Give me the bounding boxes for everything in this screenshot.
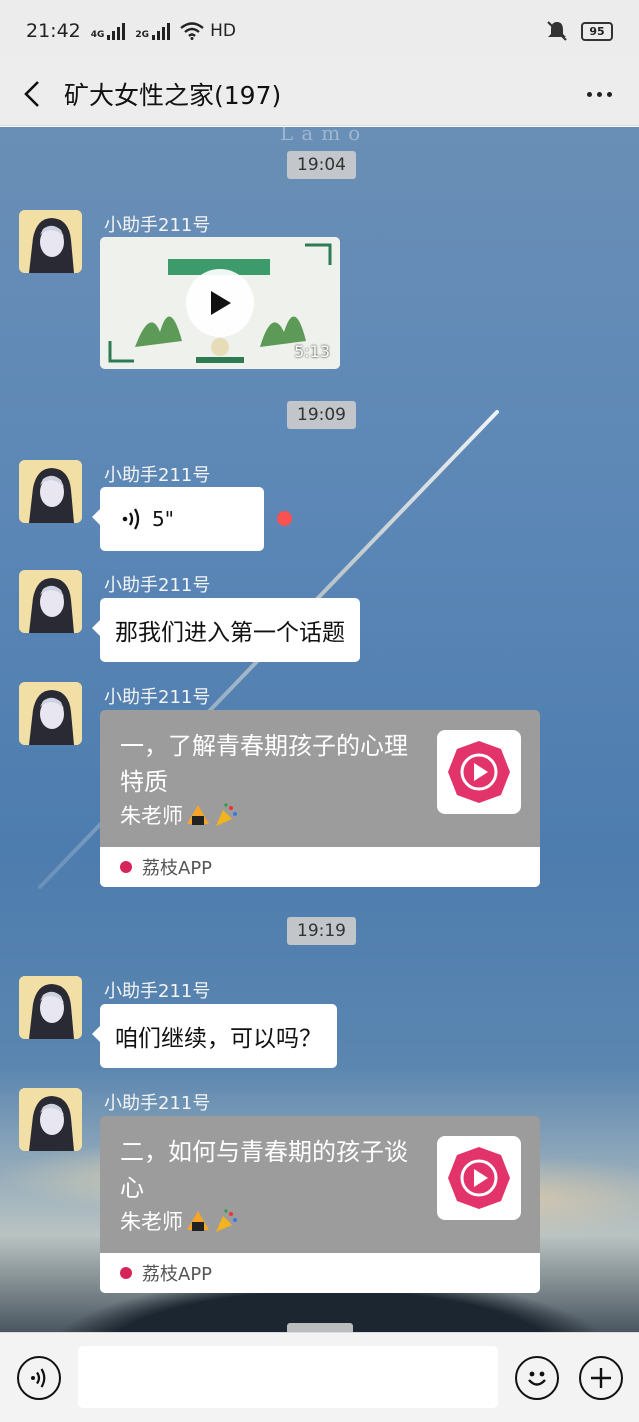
input-bar <box>0 1332 639 1422</box>
more-button[interactable] <box>579 74 619 114</box>
link-card-footer: 荔枝APP <box>100 1253 540 1293</box>
lizhi-source-icon <box>120 861 132 873</box>
play-button[interactable] <box>186 269 254 337</box>
sender-name: 小助手211号 <box>104 465 211 486</box>
avatar[interactable] <box>19 460 82 523</box>
avatar[interactable] <box>19 976 82 1039</box>
sender-name: 小助手211号 <box>104 215 211 236</box>
play-icon <box>211 291 231 315</box>
link-card-thumbnail <box>437 1136 521 1220</box>
party-popper-emoji <box>216 803 237 826</box>
link-card-desc: 朱老师 <box>120 1206 239 1236</box>
network-4g-label: 4G <box>90 30 105 40</box>
sender-name: 小助手211号 <box>104 1093 211 1114</box>
voice-message[interactable]: 5" <box>92 487 264 551</box>
link-card-author: 朱老师 <box>120 1210 183 1234</box>
silent-bell-icon <box>547 21 567 41</box>
link-card-thumbnail <box>437 730 521 814</box>
lizhi-logo-icon <box>448 1147 510 1209</box>
chat-header: 矿大女性之家(197) <box>0 62 639 126</box>
avatar[interactable] <box>19 1088 82 1151</box>
chat-area[interactable]: Lamo 19:04 小助手211号 5:13 19:09 小助手211号 5"… <box>0 127 639 1332</box>
status-time: 21:42 <box>26 20 81 42</box>
sender-name: 小助手211号 <box>104 981 211 1002</box>
video-message[interactable]: 5:13 <box>100 237 340 369</box>
voice-wave-icon <box>122 508 140 530</box>
video-duration: 5:13 <box>294 342 330 361</box>
link-card-footer: 荔枝APP <box>100 847 540 887</box>
timestamp: 19:09 <box>287 401 356 429</box>
voice-length: 5" <box>152 507 174 531</box>
link-card[interactable]: 一，了解青春期孩子的心理特质 朱老师 荔枝APP <box>100 710 540 887</box>
network-2g-label: 2G <box>135 30 150 40</box>
message-text: 咱们继续，可以吗？ <box>115 1026 322 1052</box>
wifi-icon <box>180 22 204 40</box>
back-button[interactable] <box>0 62 64 126</box>
timestamp-partial <box>287 1323 353 1332</box>
link-card-title: 一，了解青春期孩子的心理特质 <box>120 732 408 796</box>
lizhi-logo-icon <box>448 741 510 803</box>
emoji-button[interactable] <box>515 1356 559 1400</box>
chevron-left-icon <box>24 80 39 107</box>
link-card-source: 荔枝APP <box>142 858 213 879</box>
avatar[interactable] <box>19 570 82 633</box>
status-bar: 21:42 4G 2G HD 95 <box>0 0 639 62</box>
rice-ball-emoji <box>187 805 209 825</box>
message-input[interactable] <box>78 1346 498 1408</box>
voice-icon <box>31 1368 46 1388</box>
message-text: 那我们进入第一个话题 <box>115 620 345 646</box>
avatar[interactable] <box>19 682 82 745</box>
smiley-icon <box>528 1371 546 1386</box>
unread-dot <box>277 511 292 526</box>
link-card-title: 二，如何与青春期的孩子谈心 <box>120 1138 408 1202</box>
timestamp: 19:19 <box>287 917 356 945</box>
voice-input-button[interactable] <box>17 1356 61 1400</box>
more-dots-icon <box>586 91 592 97</box>
lizhi-source-icon <box>120 1267 132 1279</box>
link-card[interactable]: 二，如何与青春期的孩子谈心 朱老师 荔枝APP <box>100 1116 540 1293</box>
chat-title: 矿大女性之家(197) <box>64 80 282 110</box>
signal-icon <box>107 22 126 40</box>
rice-ball-emoji <box>187 1211 209 1231</box>
link-card-desc: 朱老师 <box>120 800 239 830</box>
text-message[interactable]: 那我们进入第一个话题 <box>92 598 360 662</box>
link-card-source: 荔枝APP <box>142 1264 213 1285</box>
text-message[interactable]: 咱们继续，可以吗？ <box>92 1004 337 1068</box>
sender-name: 小助手211号 <box>104 575 211 596</box>
timestamp: 19:04 <box>287 151 356 179</box>
battery-icon: 95 <box>581 21 613 41</box>
link-card-author: 朱老师 <box>120 804 183 828</box>
more-functions-button[interactable] <box>579 1356 623 1400</box>
avatar[interactable] <box>19 210 82 273</box>
signal-icon <box>152 22 171 40</box>
party-popper-emoji <box>216 1209 237 1232</box>
plus-icon <box>591 1368 611 1388</box>
wifi-hd-label: HD <box>210 21 236 41</box>
sender-name: 小助手211号 <box>104 687 211 708</box>
